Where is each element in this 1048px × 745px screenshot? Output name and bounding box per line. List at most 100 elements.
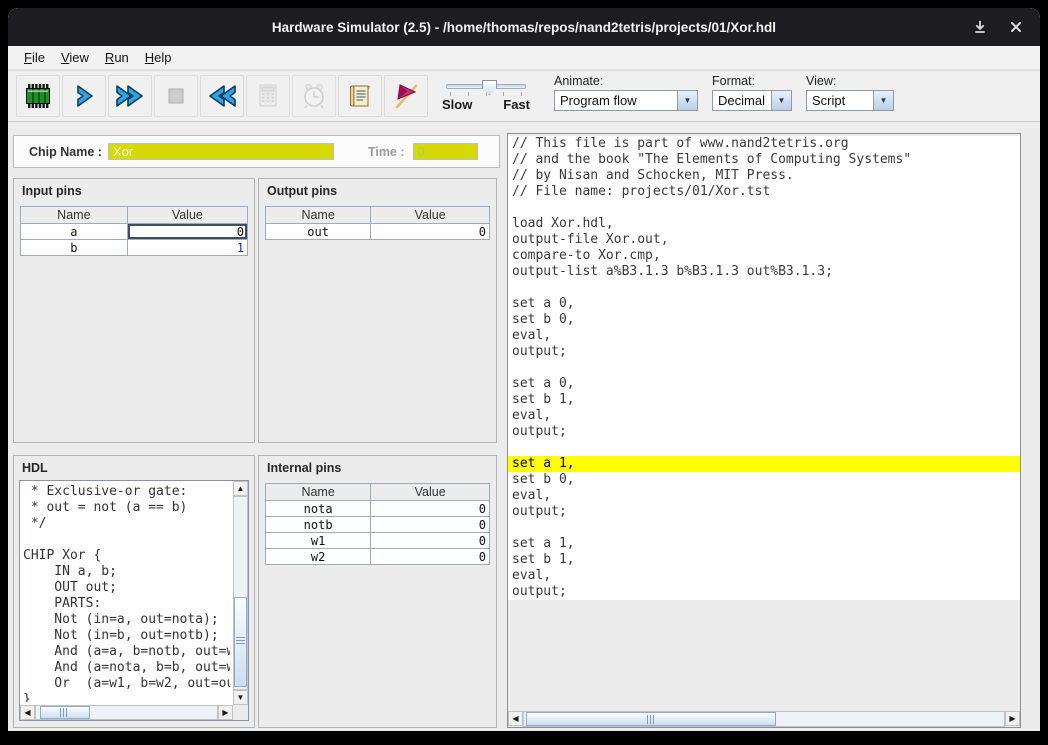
script-line: set a 1, (508, 536, 1020, 552)
format-group: Format: Decimal (712, 71, 792, 111)
flag-dart-icon (392, 82, 420, 110)
hdl-code: * Exclusive-or gate: * out = not (a == b… (23, 484, 230, 702)
pin-value-cell[interactable]: 0 (127, 224, 247, 240)
code-line: PARTS: (23, 596, 230, 612)
chevron-down-icon[interactable] (771, 91, 791, 110)
code-line (23, 532, 230, 548)
internal-pins-title: Internal pins (259, 456, 496, 478)
animate-value: Program flow (555, 91, 677, 110)
script-hscroll-track[interactable] (523, 711, 1005, 727)
pin-value-cell[interactable]: 0 (371, 533, 490, 549)
pin-row: a0 (21, 224, 248, 240)
code-line: IN a, b; (23, 564, 230, 580)
scroll-up-icon[interactable] (233, 481, 248, 496)
scroll-right-icon[interactable] (218, 705, 233, 720)
script-view: // This file is part of www.nand2tetris.… (508, 134, 1020, 711)
chip-name-field[interactable]: Xor (108, 143, 334, 160)
close-icon[interactable] (1008, 19, 1024, 35)
menu-run[interactable]: Run (97, 47, 137, 68)
hdl-vscroll-thumb[interactable] (234, 597, 247, 687)
hdl-vscroll-track[interactable] (233, 496, 248, 690)
code-line: And (a=nota, b=b, out=w2); (23, 660, 230, 676)
view-script-button[interactable] (338, 75, 382, 117)
reset-button[interactable] (200, 75, 244, 117)
chip-name-label: Chip Name : (29, 145, 102, 159)
script-line: set a 1, (508, 456, 1020, 472)
pin-row: notb0 (266, 517, 490, 533)
calculator-icon (254, 82, 282, 110)
time-label: Time : (368, 145, 405, 159)
iconify-icon[interactable] (972, 19, 988, 35)
script-line: output; (508, 424, 1020, 440)
stop-button (154, 75, 198, 117)
animate-label: Animate: (554, 74, 698, 88)
internal-pins-panel: Internal pins NameValuenota0notb0w10w20 (258, 455, 497, 728)
code-line: * out = not (a == b) (23, 500, 230, 516)
menu-file[interactable]: File (16, 47, 53, 68)
speed-slider-track[interactable] (446, 84, 526, 89)
script-line: output-list a%B3.1.3 b%B3.1.3 out%B3.1.3… (508, 264, 1020, 280)
pin-name-cell: w2 (266, 549, 371, 565)
script-line: load Xor.hdl, (508, 216, 1020, 232)
calculator-button (246, 75, 290, 117)
clock-icon (300, 82, 328, 110)
script-line (508, 440, 1020, 456)
output-pins-table: NameValueout0 (265, 206, 490, 240)
script-line (508, 520, 1020, 536)
chevron-down-icon[interactable] (677, 91, 697, 110)
format-value: Decimal (713, 91, 771, 110)
animate-select[interactable]: Program flow (554, 90, 698, 111)
column-header: Name (266, 207, 371, 224)
pin-row: w20 (266, 549, 490, 565)
column-header: Value (127, 207, 247, 224)
titlebar: Hardware Simulator (2.5) - /home/thomas/… (8, 8, 1040, 46)
hdl-hscroll-track[interactable] (35, 705, 218, 720)
menu-help[interactable]: Help (137, 47, 180, 68)
script-hscroll-thumb[interactable] (526, 712, 776, 726)
scrollbar-corner (233, 705, 248, 720)
menu-view[interactable]: View (53, 47, 97, 68)
scroll-down-icon[interactable] (233, 690, 248, 705)
hdl-hscroll-thumb[interactable] (40, 706, 91, 719)
pin-value-cell[interactable]: 0 (371, 501, 490, 517)
script-horizontal-scrollbar (508, 711, 1020, 727)
single-step-button[interactable] (62, 75, 106, 117)
script-line: output; (508, 344, 1020, 360)
output-pins-panel: Output pins NameValueout0 (258, 178, 497, 443)
chip-name-bar: Chip Name : Xor Time : 0 (13, 135, 500, 168)
code-line: And (a=a, b=notb, out=w1); (23, 644, 230, 660)
animate-group: Animate: Program flow (554, 71, 698, 111)
script-line: set b 0, (508, 472, 1020, 488)
script-line: compare-to Xor.cmp, (508, 248, 1020, 264)
script-line: output; (508, 504, 1020, 520)
scroll-left-icon[interactable] (508, 711, 523, 726)
scroll-left-icon[interactable] (20, 705, 35, 720)
window-title: Hardware Simulator (2.5) - /home/thomas/… (272, 20, 776, 35)
slider-fast-label: Fast (503, 97, 530, 112)
load-chip-button[interactable] (16, 75, 60, 117)
speed-slider: Slow Fast (442, 80, 530, 112)
menubar: File View Run Help (8, 46, 1040, 70)
app-window: Hardware Simulator (2.5) - /home/thomas/… (8, 8, 1040, 731)
hdl-panel: HDL * Exclusive-or gate: * out = not (a … (13, 455, 255, 728)
script-line: // This file is part of www.nand2tetris.… (508, 136, 1020, 152)
script-line: set a 0, (508, 376, 1020, 392)
chevron-down-icon[interactable] (873, 91, 893, 110)
pin-value-cell[interactable]: 1 (127, 240, 247, 256)
scroll-right-icon[interactable] (1005, 711, 1020, 726)
pin-row: nota0 (266, 501, 490, 517)
column-header: Name (266, 484, 371, 501)
breakpoints-button[interactable] (384, 75, 428, 117)
format-label: Format: (712, 74, 792, 88)
pin-name-cell: notb (266, 517, 371, 533)
clock-button (292, 75, 336, 117)
view-select[interactable]: Script (806, 90, 894, 111)
pin-value-cell[interactable]: 0 (371, 549, 490, 565)
code-line: OUT out; (23, 580, 230, 596)
pin-value-cell[interactable]: 0 (371, 517, 490, 533)
run-button[interactable] (108, 75, 152, 117)
pin-value-cell[interactable]: 0 (371, 224, 490, 240)
script-line: output; (508, 584, 1020, 600)
format-select[interactable]: Decimal (712, 90, 792, 111)
view-label: View: (806, 74, 894, 88)
